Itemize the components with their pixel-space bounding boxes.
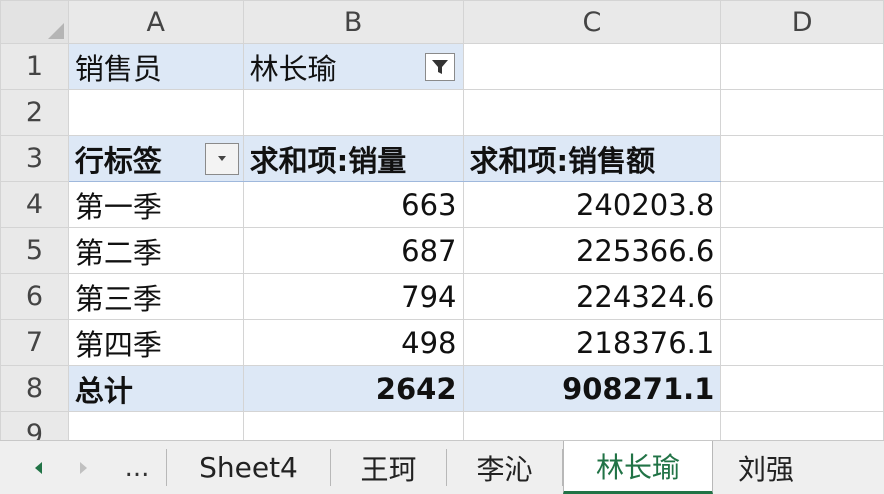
sheet-row-1: 1 销售员 林长瑜 xyxy=(0,43,884,90)
cell-b3-qty-header[interactable]: 求和项:销量 xyxy=(242,135,464,182)
sheet-tab-bar: ... Sheet4 王珂 李沁 林长瑜 刘强 xyxy=(0,440,884,494)
sheet-row-3: 3 行标签 求和项:销量 求和项:销售额 xyxy=(0,135,884,182)
column-header-b[interactable]: B xyxy=(242,0,464,44)
spreadsheet-grid: A B C D 1 销售员 林长瑜 2 3 行标签 求和项:销量 求和项:销售额… xyxy=(0,0,884,440)
filter-value-text: 林长瑜 xyxy=(249,51,337,86)
cell-d3[interactable] xyxy=(720,135,884,182)
filter-button[interactable] xyxy=(424,52,455,81)
cell-c3-amount-header[interactable]: 求和项:销售额 xyxy=(462,135,722,182)
funnel-icon xyxy=(431,59,448,74)
pivot-row-label[interactable]: 第二季 xyxy=(67,227,244,274)
row-header-3[interactable]: 3 xyxy=(0,135,69,182)
pivot-total-qty[interactable]: 2642 xyxy=(242,365,464,412)
row-labels-dropdown-button[interactable] xyxy=(204,142,239,175)
cell-d9[interactable] xyxy=(720,411,884,440)
more-sheets-button[interactable]: ... xyxy=(108,449,167,486)
row-header-8[interactable]: 8 xyxy=(0,365,69,412)
row-header-6[interactable]: 6 xyxy=(0,273,69,320)
pivot-qty-value[interactable]: 663 xyxy=(242,181,464,228)
sheet-row-4: 4 第一季 663 240203.8 xyxy=(0,181,884,228)
column-header-d[interactable]: D xyxy=(720,0,884,44)
pivot-qty-value[interactable]: 498 xyxy=(242,319,464,366)
pivot-amount-value[interactable]: 224324.6 xyxy=(462,273,722,320)
cell-c9[interactable] xyxy=(462,411,722,440)
triangle-right-icon xyxy=(79,461,87,474)
cell-d5[interactable] xyxy=(720,227,884,274)
spreadsheet-grid-area: A B C D 1 销售员 林长瑜 2 3 行标签 求和项:销量 求和项:销售额… xyxy=(0,0,884,440)
pivot-row-label[interactable]: 第三季 xyxy=(67,273,244,320)
cell-b9[interactable] xyxy=(242,411,464,440)
sheet-tab-liqin[interactable]: 李沁 xyxy=(447,449,563,486)
cell-d2[interactable] xyxy=(720,89,884,136)
cell-a9[interactable] xyxy=(67,411,244,440)
column-header-a[interactable]: A xyxy=(67,0,244,44)
sheet-row-8: 8 总计 2642 908271.1 xyxy=(0,365,884,412)
sheet-row-5: 5 第二季 687 225366.6 xyxy=(0,227,884,274)
sheet-row-2: 2 xyxy=(0,89,884,136)
cell-d6[interactable] xyxy=(720,273,884,320)
cell-b2[interactable] xyxy=(242,89,464,136)
sheet-tab-linchangyu[interactable]: 林长瑜 xyxy=(563,441,713,494)
cell-d4[interactable] xyxy=(720,181,884,228)
pivot-total-label[interactable]: 总计 xyxy=(67,365,244,412)
cell-c1[interactable] xyxy=(462,43,722,90)
pivot-total-amount[interactable]: 908271.1 xyxy=(462,365,722,412)
cell-a3-row-labels-header[interactable]: 行标签 xyxy=(67,135,244,182)
row-header-9[interactable]: 9 xyxy=(0,411,69,440)
sheet-tab-wangke[interactable]: 王珂 xyxy=(331,449,447,486)
scroll-tabs-left-button[interactable] xyxy=(0,441,58,494)
select-all-corner[interactable] xyxy=(0,0,69,44)
row-header-5[interactable]: 5 xyxy=(0,227,69,274)
cell-d1[interactable] xyxy=(720,43,884,90)
pivot-amount-value[interactable]: 240203.8 xyxy=(462,181,722,228)
pivot-qty-value[interactable]: 687 xyxy=(242,227,464,274)
cell-c2[interactable] xyxy=(462,89,722,136)
pivot-qty-value[interactable]: 794 xyxy=(242,273,464,320)
column-header-c[interactable]: C xyxy=(462,0,722,44)
row-header-7[interactable]: 7 xyxy=(0,319,69,366)
triangle-left-icon xyxy=(34,461,42,474)
pivot-amount-value[interactable]: 225366.6 xyxy=(462,227,722,274)
column-header-row: A B C D xyxy=(0,0,884,44)
pivot-amount-value[interactable]: 218376.1 xyxy=(462,319,722,366)
row-header-1[interactable]: 1 xyxy=(0,43,69,90)
cell-b1-filter-value[interactable]: 林长瑜 xyxy=(242,43,464,90)
sheet-row-6: 6 第三季 794 224324.6 xyxy=(0,273,884,320)
pivot-row-label[interactable]: 第四季 xyxy=(67,319,244,366)
cell-a2[interactable] xyxy=(67,89,244,136)
sheet-row-7: 7 第四季 498 218376.1 xyxy=(0,319,884,366)
row-header-2[interactable]: 2 xyxy=(0,89,69,136)
chevron-down-icon xyxy=(217,155,226,161)
scroll-tabs-right-button[interactable] xyxy=(58,441,108,494)
cell-d7[interactable] xyxy=(720,319,884,366)
sheet-tab-sheet4[interactable]: Sheet4 xyxy=(167,449,331,486)
row-header-4[interactable]: 4 xyxy=(0,181,69,228)
sheet-tab-liuqiang[interactable]: 刘强 xyxy=(713,449,819,486)
row-labels-header-text: 行标签 xyxy=(74,143,162,178)
sheet-row-9: 9 xyxy=(0,411,884,440)
pivot-row-label[interactable]: 第一季 xyxy=(67,181,244,228)
cell-d8[interactable] xyxy=(720,365,884,412)
cell-a1-filter-label[interactable]: 销售员 xyxy=(67,43,244,90)
